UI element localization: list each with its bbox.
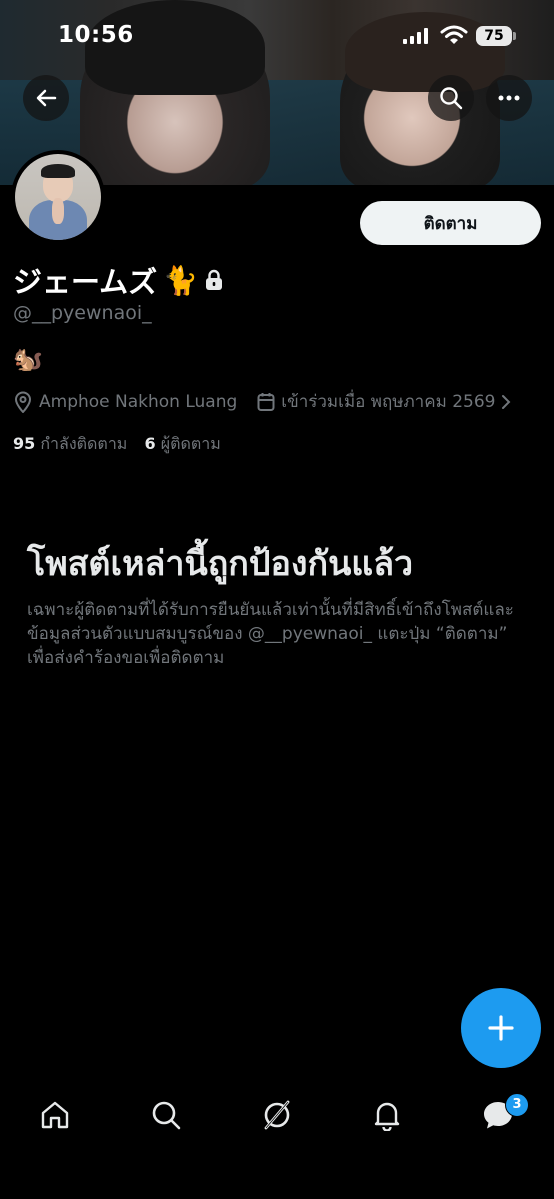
tab-search[interactable] — [148, 1097, 184, 1133]
protected-title: โพสต์เหล่านี้ถูกป้องกันแล้ว — [27, 544, 414, 584]
display-name-text: ジェームズ — [13, 265, 158, 299]
name-emoji: 🐈 — [163, 263, 199, 297]
cellular-signal-icon — [403, 28, 428, 44]
wifi-icon — [440, 25, 468, 44]
profile-meta: Amphoe Nakhon Luang เข้าร่วมเมื่อ พฤษภาค… — [13, 388, 511, 415]
chevron-right-icon — [502, 394, 511, 409]
home-icon — [41, 1101, 69, 1129]
search-icon — [440, 87, 463, 110]
status-bar: 10:56 75 — [0, 0, 554, 70]
avatar-photo — [15, 154, 101, 240]
following-count: 95 — [13, 434, 36, 453]
status-time: 10:56 — [58, 22, 134, 48]
bottom-tab-bar — [0, 1085, 554, 1145]
battery-icon: 75 — [476, 26, 512, 46]
location-text: Amphoe Nakhon Luang — [39, 391, 238, 412]
profile-bio: 🐿️ — [13, 345, 43, 373]
more-dots-icon — [498, 95, 520, 101]
follow-counts: 95 กำลังติดตาม 6 ผู้ติดตาม — [13, 432, 221, 457]
calendar-icon — [257, 392, 275, 411]
joined-item[interactable]: เข้าร่วมเมื่อ พฤษภาคม 2569 — [257, 388, 511, 415]
protected-posts-notice: โพสต์เหล่านี้ถูกป้องกันแล้ว เฉพาะผู้ติดต… — [27, 540, 527, 670]
following-link[interactable]: 95 กำลังติดตาม — [13, 434, 127, 453]
search-icon — [152, 1101, 181, 1130]
messages-badge: 3 — [505, 1093, 529, 1117]
tab-notifications[interactable] — [369, 1097, 405, 1133]
joined-text: เข้าร่วมเมื่อ พฤษภาคม 2569 — [281, 392, 496, 412]
more-options-button[interactable] — [486, 75, 532, 121]
follow-button[interactable]: ติดตาม — [360, 201, 541, 245]
grok-icon — [264, 1100, 290, 1130]
avatar[interactable] — [11, 150, 105, 244]
search-button[interactable] — [428, 75, 474, 121]
location-pin-icon — [14, 391, 32, 413]
followers-link[interactable]: 6 ผู้ติดตาม — [144, 434, 220, 453]
plus-icon — [488, 1015, 514, 1041]
compose-post-button[interactable] — [461, 988, 541, 1068]
profile-handle: @__pyewnaoi_ — [13, 302, 152, 324]
following-label: กำลังติดตาม — [40, 434, 128, 453]
lock-icon — [206, 269, 223, 290]
profile-display-name: ジェームズ 🐈 — [13, 259, 224, 301]
followers-count: 6 — [144, 434, 156, 453]
bell-icon — [374, 1102, 400, 1131]
battery-level: 75 — [484, 28, 504, 44]
back-arrow-icon — [36, 89, 57, 107]
battery-tip — [513, 32, 516, 40]
tab-home[interactable] — [37, 1097, 73, 1133]
followers-label: ผู้ติดตาม — [160, 434, 221, 453]
protected-message: เฉพาะผู้ติดตามที่ได้รับการยืนยันแล้วเท่า… — [27, 600, 514, 668]
location-item: Amphoe Nakhon Luang — [13, 391, 237, 413]
back-button[interactable] — [23, 75, 69, 121]
tab-grok[interactable] — [259, 1097, 295, 1133]
